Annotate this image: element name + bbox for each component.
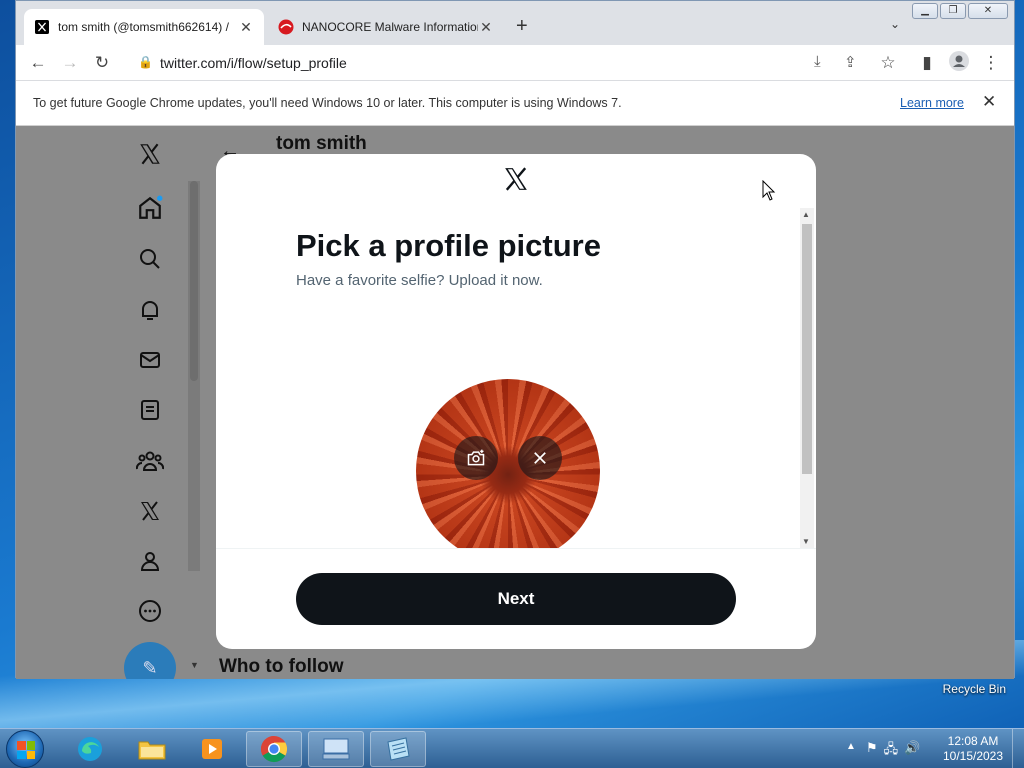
infobar-close-icon[interactable]: ✕ bbox=[982, 92, 996, 112]
install-icon[interactable]: ⤓ bbox=[814, 53, 821, 70]
reload-icon[interactable]: ↻ bbox=[90, 51, 114, 75]
tab-search-chevron-icon[interactable]: ⌄ bbox=[890, 17, 900, 31]
profile-name: tom smith bbox=[276, 133, 367, 154]
lists-icon[interactable] bbox=[134, 394, 166, 426]
tab-close-icon[interactable]: ✕ bbox=[478, 19, 494, 36]
browser-toolbar: ← → ↻ 🔒 twitter.com/i/flow/setup_profile… bbox=[16, 45, 1014, 81]
search-icon[interactable] bbox=[134, 243, 166, 275]
chrome-icon bbox=[260, 735, 288, 763]
tab-strip: tom smith (@tomsmith662614) / ✕ NANOCORE… bbox=[16, 1, 1014, 45]
forward-icon[interactable]: → bbox=[58, 51, 82, 75]
nav-scrollbar[interactable] bbox=[188, 181, 200, 571]
start-button[interactable] bbox=[6, 730, 44, 768]
scroll-down-arrow-icon[interactable]: ▼ bbox=[802, 537, 810, 546]
taskbar-chrome[interactable] bbox=[246, 731, 302, 767]
home-icon[interactable] bbox=[134, 192, 166, 224]
system-tray: ⚑ 🖧 🔊 bbox=[866, 740, 920, 762]
x-logo-icon[interactable] bbox=[134, 138, 166, 170]
lock-icon[interactable]: 🔒 bbox=[138, 55, 153, 69]
compose-post-button[interactable]: ✎ bbox=[124, 642, 176, 679]
more-icon[interactable] bbox=[134, 595, 166, 627]
feather-plus-icon: ✎ bbox=[142, 657, 158, 678]
restore-button[interactable]: ❐ bbox=[940, 3, 966, 19]
recycle-bin-label[interactable]: Recycle Bin bbox=[943, 682, 1006, 696]
new-tab-button[interactable]: + bbox=[516, 15, 528, 38]
clock-time: 12:08 AM bbox=[947, 734, 999, 748]
keyboard-icon bbox=[322, 738, 350, 760]
modal-scroll-content: Pick a profile picture Have a favorite s… bbox=[216, 154, 800, 548]
taskbar-explorer[interactable] bbox=[124, 731, 180, 767]
show-desktop-button[interactable] bbox=[1012, 729, 1024, 768]
premium-icon[interactable] bbox=[134, 495, 166, 527]
tab-nanocore[interactable]: NANOCORE Malware Information ✕ bbox=[268, 9, 504, 45]
taskbar-onscreen-keyboard[interactable] bbox=[308, 731, 364, 767]
page-content: ✎ ▼ ← tom smith Who to follow Pick a pro… bbox=[16, 126, 1014, 679]
close-icon bbox=[534, 452, 546, 464]
x-logo-icon bbox=[34, 19, 50, 35]
update-infobar: To get future Google Chrome updates, you… bbox=[16, 81, 1014, 126]
clock-date: 10/15/2023 bbox=[942, 749, 1004, 763]
messages-icon[interactable] bbox=[134, 344, 166, 376]
tab-close-icon[interactable]: ✕ bbox=[238, 19, 254, 36]
notifications-icon[interactable] bbox=[134, 294, 166, 326]
window-close-button[interactable]: ✕ bbox=[968, 3, 1008, 19]
network-icon[interactable]: 🖧 bbox=[884, 740, 899, 762]
back-icon[interactable]: ← bbox=[26, 51, 50, 75]
minimize-button[interactable]: ▁ bbox=[912, 3, 938, 19]
profile-icon[interactable] bbox=[134, 545, 166, 577]
action-center-flag-icon[interactable]: ⚑ bbox=[866, 740, 878, 762]
modal-subtitle: Have a favorite selfie? Upload it now. bbox=[296, 272, 543, 289]
profile-avatar-icon[interactable] bbox=[947, 51, 971, 75]
notepad-icon bbox=[387, 737, 410, 761]
next-button[interactable]: Next bbox=[296, 573, 736, 625]
taskbar-clock[interactable]: 12:08 AM 10/15/2023 bbox=[938, 734, 1008, 764]
media-player-icon bbox=[202, 739, 222, 759]
address-url[interactable]: twitter.com/i/flow/setup_profile bbox=[160, 55, 347, 71]
infobar-message: To get future Google Chrome updates, you… bbox=[33, 96, 622, 110]
chrome-window: tom smith (@tomsmith662614) / ✕ NANOCORE… bbox=[15, 0, 1015, 679]
folder-icon bbox=[138, 741, 166, 760]
windows-logo-icon bbox=[17, 741, 35, 759]
who-to-follow-heading: Who to follow bbox=[219, 656, 344, 677]
mouse-cursor-icon bbox=[762, 179, 776, 207]
window-controls: ▁ ❐ ✕ bbox=[912, 3, 1008, 19]
scroll-up-arrow-icon[interactable]: ▲ bbox=[802, 210, 810, 219]
modal-divider bbox=[216, 548, 816, 549]
edge-icon bbox=[78, 737, 102, 761]
tab-title: tom smith (@tomsmith662614) / bbox=[58, 20, 229, 34]
windows-taskbar: ▲ ⚑ 🖧 🔊 12:08 AM 10/15/2023 bbox=[0, 728, 1024, 768]
scrollbar-thumb[interactable] bbox=[190, 181, 198, 381]
tray-expand-icon[interactable]: ▲ bbox=[846, 741, 856, 752]
camera-plus-icon bbox=[467, 449, 485, 466]
bookmark-star-icon[interactable]: ☆ bbox=[876, 51, 900, 75]
profile-picture-preview bbox=[416, 379, 600, 548]
learn-more-link[interactable]: Learn more bbox=[900, 96, 964, 110]
share-icon[interactable]: ⇪ bbox=[844, 53, 857, 71]
menu-kebab-icon[interactable]: ⋮ bbox=[979, 51, 1003, 75]
taskbar-media-player[interactable] bbox=[184, 731, 240, 767]
add-photo-button[interactable] bbox=[454, 436, 498, 480]
taskbar-notepad[interactable] bbox=[370, 731, 426, 767]
remove-photo-button[interactable] bbox=[518, 436, 562, 480]
setup-profile-modal: Pick a profile picture Have a favorite s… bbox=[216, 154, 816, 649]
trendmicro-icon bbox=[278, 19, 294, 35]
modal-scrollbar[interactable]: ▲ ▼ bbox=[800, 208, 814, 548]
volume-icon[interactable]: 🔊 bbox=[904, 740, 920, 762]
side-panel-icon[interactable]: ▮ bbox=[915, 51, 939, 75]
tab-title: NANOCORE Malware Information bbox=[302, 20, 478, 34]
address-bar[interactable]: 🔒 twitter.com/i/flow/setup_profile ⤓ ⇪ bbox=[128, 49, 868, 77]
taskbar-edge[interactable] bbox=[62, 731, 118, 767]
scroll-down-arrow-icon[interactable]: ▼ bbox=[190, 660, 199, 670]
tab-twitter-profile[interactable]: tom smith (@tomsmith662614) / ✕ bbox=[24, 9, 264, 45]
communities-icon[interactable] bbox=[134, 445, 166, 477]
scrollbar-thumb[interactable] bbox=[802, 224, 812, 474]
modal-title: Pick a profile picture bbox=[296, 228, 601, 263]
